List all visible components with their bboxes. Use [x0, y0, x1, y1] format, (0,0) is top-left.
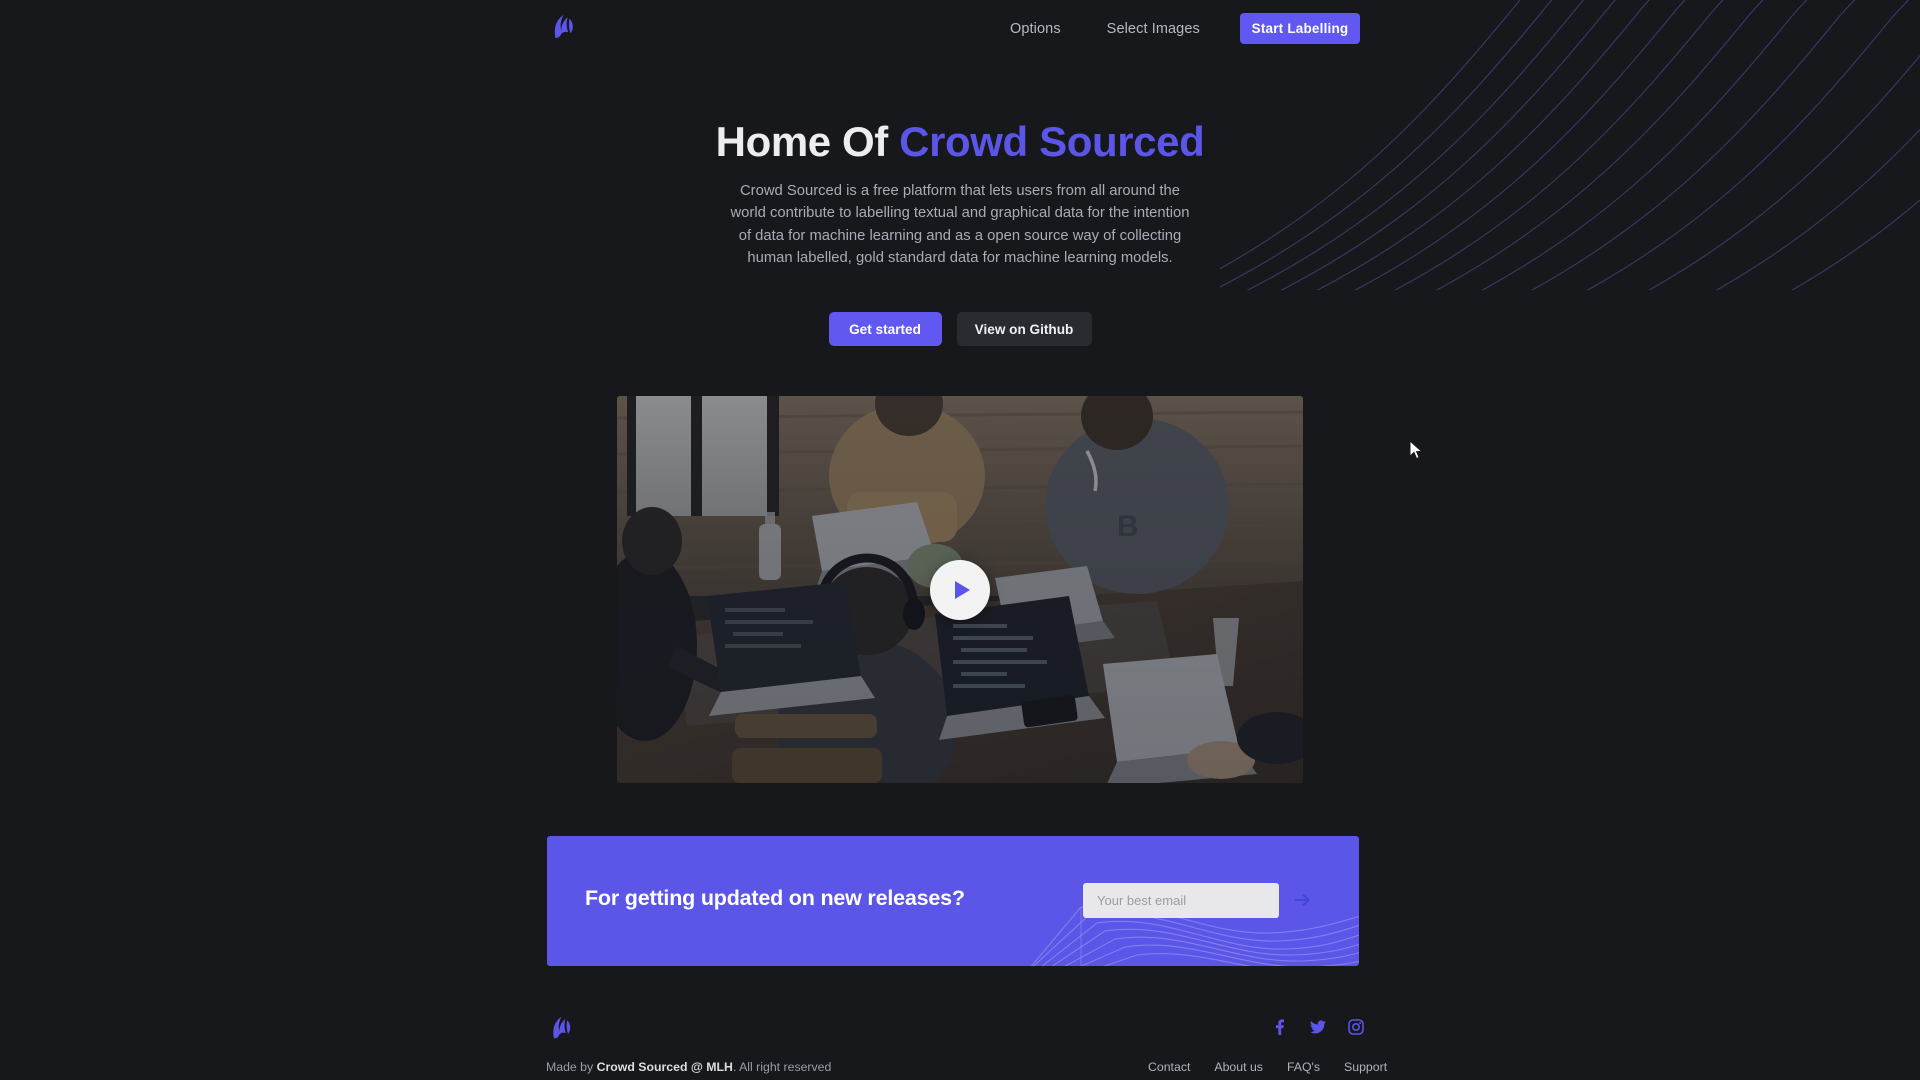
get-started-button[interactable]: Get started [828, 312, 942, 346]
footer-link-faqs[interactable]: FAQ's [1287, 1060, 1320, 1074]
brand-logo[interactable] [546, 10, 580, 44]
footer-copyright-suffix: . All right reserved [732, 1060, 832, 1074]
hero-description: Crowd Sourced is a free platform that le… [730, 183, 1190, 266]
footer-brand-logo[interactable] [546, 1013, 576, 1043]
crowd-sourced-logo-icon [554, 15, 573, 38]
play-button[interactable] [930, 559, 990, 620]
arrow-right-icon [1293, 894, 1310, 906]
site-header: Options Select Images Start Labelling [0, 0, 1920, 58]
footer-link-support[interactable]: Support [1344, 1060, 1387, 1074]
page-title: Home Of Crowd Sourced [0, 118, 1920, 166]
page-title-lead: Home Of [715, 118, 900, 165]
footer-navigation: Contact About us FAQ's Support [1148, 1060, 1387, 1074]
newsletter-title: For getting updated on new releases? [585, 886, 965, 910]
start-labelling-button[interactable]: Start Labelling [1240, 13, 1360, 44]
nav-link-select-images[interactable]: Select Images [1107, 21, 1200, 37]
newsletter-email-input[interactable] [1083, 883, 1279, 918]
crowd-sourced-logo-icon [553, 1016, 571, 1039]
hero-action-buttons: Get started View on Github [0, 312, 1920, 346]
landing-page: Options Select Images Start Labelling Ho… [0, 0, 1920, 1080]
page-title-accent: Crowd Sourced [899, 118, 1205, 165]
mouse-cursor [1409, 440, 1423, 460]
nav-link-options[interactable]: Options [1010, 21, 1061, 37]
primary-navigation: Options Select Images [1010, 0, 1200, 58]
social-links [1272, 1019, 1364, 1035]
twitter-icon[interactable] [1310, 1019, 1326, 1035]
footer-copyright-prefix: Made by [546, 1060, 597, 1074]
instagram-icon[interactable] [1348, 1019, 1364, 1035]
view-on-github-button[interactable]: View on Github [956, 312, 1092, 346]
footer-copyright-brand: Crowd Sourced @ MLH [596, 1060, 733, 1074]
video-preview[interactable]: B [617, 396, 1303, 783]
footer-link-about-us[interactable]: About us [1214, 1060, 1263, 1074]
newsletter-submit-button[interactable] [1293, 892, 1311, 908]
facebook-icon[interactable] [1272, 1019, 1288, 1035]
play-triangle-icon [954, 580, 970, 599]
footer-copyright: Made by Crowd Sourced @ MLH. All right r… [546, 1060, 831, 1074]
footer-link-contact[interactable]: Contact [1148, 1060, 1190, 1074]
